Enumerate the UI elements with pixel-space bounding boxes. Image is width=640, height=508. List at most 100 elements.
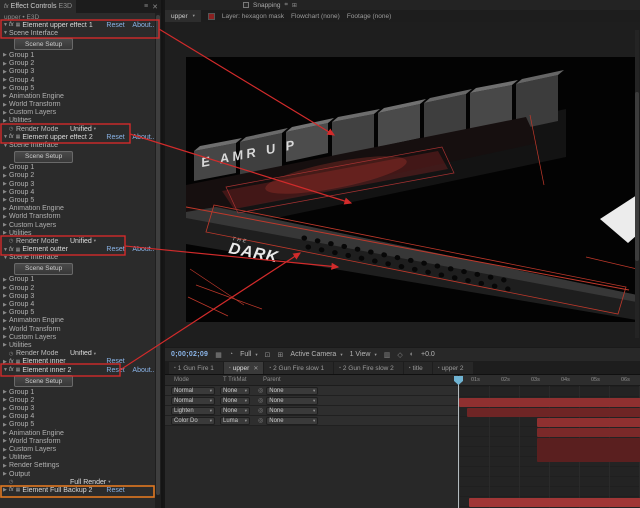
- timeline-clip[interactable]: [537, 418, 640, 427]
- property-group-collapsed[interactable]: ▶ Group 5: [0, 84, 157, 92]
- property-group-collapsed[interactable]: ▶ World Transform: [0, 325, 157, 333]
- trkmat-dropdown[interactable]: Luma ▾: [220, 416, 250, 425]
- render-mode-value[interactable]: Unified: [70, 126, 92, 133]
- parent-dropdown[interactable]: None ▾: [266, 416, 319, 425]
- property-group-collapsed[interactable]: ▶ Custom Layers: [0, 221, 157, 229]
- property-group-collapsed[interactable]: ▶ Group 1: [0, 276, 157, 284]
- snap-option-icon[interactable]: ⌗: [284, 2, 287, 9]
- toolbar-dropdown[interactable]: Full ▾: [240, 351, 258, 358]
- timeline-clip[interactable]: [459, 398, 640, 407]
- scene-setup-button[interactable]: Scene Setup: [14, 38, 74, 51]
- composition-canvas[interactable]: E AMR U P THE DARK: [186, 57, 637, 322]
- viewer-scrollbar[interactable]: [635, 30, 639, 338]
- grid-option-icon[interactable]: ⊞: [292, 2, 297, 9]
- timeline-comp-tab[interactable]: ▪ title: [403, 362, 432, 374]
- reset-link[interactable]: Reset: [106, 246, 132, 253]
- property-group-collapsed[interactable]: ▶ Group 2: [0, 60, 157, 68]
- render-mode-value[interactable]: Full Render: [70, 479, 106, 486]
- layer-color-swatch[interactable]: [207, 12, 215, 20]
- panel-menu-icon[interactable]: ≡: [144, 3, 148, 10]
- about-link[interactable]: About...: [132, 22, 156, 29]
- property-group-collapsed[interactable]: ▶ Group 5: [0, 421, 157, 429]
- snapping-checkbox[interactable]: [243, 2, 249, 8]
- property-group-collapsed[interactable]: ▶ Group 3: [0, 405, 157, 413]
- fx-icon[interactable]: fx: [9, 359, 14, 365]
- stopwatch-icon[interactable]: ◷: [9, 126, 16, 132]
- property-group-open[interactable]: ▼ Scene Interface: [0, 29, 157, 37]
- fx-icon[interactable]: fx: [9, 247, 14, 253]
- property-group-collapsed[interactable]: ▶ Custom Layers: [0, 445, 157, 453]
- parent-column-header[interactable]: Parent: [263, 377, 343, 383]
- scene-setup-button[interactable]: Scene Setup: [14, 262, 74, 275]
- toolbar-icon[interactable]: ⊞: [278, 351, 284, 359]
- about-link[interactable]: About...: [132, 367, 156, 374]
- effect-header-collapsed[interactable]: ▶ fx ▦ Element Full Backup 2 Reset: [0, 486, 157, 494]
- timeline-clip[interactable]: [467, 408, 640, 417]
- property-group-collapsed[interactable]: ▶ World Transform: [0, 437, 157, 445]
- property-group-collapsed[interactable]: ▶ Utilities: [0, 454, 157, 462]
- toolbar-icon[interactable]: ◔: [229, 351, 233, 358]
- stopwatch-icon[interactable]: ◷: [9, 479, 16, 485]
- toolbar-icon[interactable]: ▥: [384, 351, 391, 359]
- timeline-comp-tab[interactable]: ▪ 2 Gun Fire slow 1: [264, 362, 334, 374]
- property-group-collapsed[interactable]: ▶ Group 2: [0, 396, 157, 404]
- timeline-comp-tab[interactable]: ▪ upper 2: [432, 362, 473, 374]
- timeline-comp-tab[interactable]: ▪ 2 Gun Fire slow 2: [334, 362, 403, 374]
- property-group-collapsed[interactable]: ▶ Animation Engine: [0, 92, 157, 100]
- about-link[interactable]: About...: [132, 246, 156, 253]
- reset-link[interactable]: Reset: [106, 367, 132, 374]
- toolbar-dropdown[interactable]: Active Camera ▾: [290, 351, 342, 358]
- pickwhip-icon[interactable]: ◎: [258, 407, 263, 414]
- stopwatch-icon[interactable]: ◷: [9, 351, 16, 357]
- property-group-collapsed[interactable]: ▶ Animation Engine: [0, 429, 157, 437]
- trkmat-dropdown[interactable]: None ▾: [220, 386, 250, 395]
- effect-header-collapsed[interactable]: ▶ fx ▦ Element inner Reset: [0, 358, 157, 366]
- reset-link[interactable]: Reset: [106, 358, 132, 365]
- blend-mode-dropdown[interactable]: Color Do ▾: [171, 416, 215, 425]
- property-group-collapsed[interactable]: ▶ Group 5: [0, 309, 157, 317]
- property-group-collapsed[interactable]: ▶ Animation Engine: [0, 317, 157, 325]
- scrollbar-thumb[interactable]: [635, 91, 639, 261]
- property-group-collapsed[interactable]: ▶ Custom Layers: [0, 109, 157, 117]
- render-mode-value[interactable]: Unified: [70, 350, 92, 357]
- timeline-clip[interactable]: [469, 498, 640, 507]
- timeline-clip[interactable]: [537, 428, 640, 437]
- reset-link[interactable]: Reset: [106, 134, 132, 141]
- effect-header[interactable]: ▼ fx ▦ Element inner 2 Reset About...: [0, 366, 157, 374]
- fx-icon[interactable]: fx: [9, 22, 14, 28]
- blend-mode-dropdown[interactable]: Lighten ▾: [171, 406, 215, 415]
- blend-mode-dropdown[interactable]: Normal ▾: [171, 396, 215, 405]
- stopwatch-icon[interactable]: ◷: [9, 238, 16, 244]
- scene-setup-button[interactable]: Scene Setup: [14, 150, 74, 163]
- property-group-collapsed[interactable]: ▶ Custom Layers: [0, 333, 157, 341]
- mode-column-header[interactable]: Mode: [165, 377, 223, 383]
- close-icon[interactable]: ✕: [253, 365, 258, 372]
- reset-link[interactable]: Reset: [106, 487, 132, 494]
- panel-close-icon[interactable]: ✕: [152, 3, 158, 11]
- current-timecode[interactable]: 0;00;02;09: [171, 351, 208, 358]
- property-group-collapsed[interactable]: ▶ Animation Engine: [0, 205, 157, 213]
- exposure-value[interactable]: +0.0: [421, 351, 435, 358]
- scene-setup-button[interactable]: Scene Setup: [14, 375, 74, 388]
- pickwhip-icon[interactable]: ◎: [258, 417, 263, 424]
- property-group-open[interactable]: ▼ Scene Interface: [0, 254, 157, 262]
- panel-tab-label[interactable]: Flowchart (none): [291, 13, 340, 20]
- pickwhip-icon[interactable]: ◎: [258, 397, 263, 404]
- property-group-open[interactable]: ▼ Scene Interface: [0, 141, 157, 149]
- fx-icon[interactable]: fx: [9, 487, 14, 493]
- toolbar-icon[interactable]: ▦: [215, 351, 222, 359]
- property-group-collapsed[interactable]: ▶ Group 1: [0, 164, 157, 172]
- tab-effect-controls[interactable]: fx Effect Controls E3D: [0, 0, 77, 13]
- current-time-indicator-line[interactable]: [458, 377, 459, 508]
- property-group-collapsed[interactable]: ▶ Group 3: [0, 180, 157, 188]
- reset-link[interactable]: Reset: [106, 22, 132, 29]
- toolbar-icon[interactable]: ◐: [410, 351, 414, 358]
- parent-dropdown[interactable]: None ▾: [266, 386, 319, 395]
- time-ruler[interactable]: 01s 02s 03s 04s 05s 06s: [459, 375, 640, 386]
- property-group-collapsed[interactable]: ▶ Group 4: [0, 300, 157, 308]
- property-group-collapsed[interactable]: ▶ Utilities: [0, 117, 157, 125]
- fx-icon[interactable]: fx: [9, 367, 14, 373]
- panel-tab-label[interactable]: Footage (none): [347, 13, 391, 20]
- render-mode-value[interactable]: Unified: [70, 238, 92, 245]
- property-group-collapsed[interactable]: ▶ Utilities: [0, 229, 157, 237]
